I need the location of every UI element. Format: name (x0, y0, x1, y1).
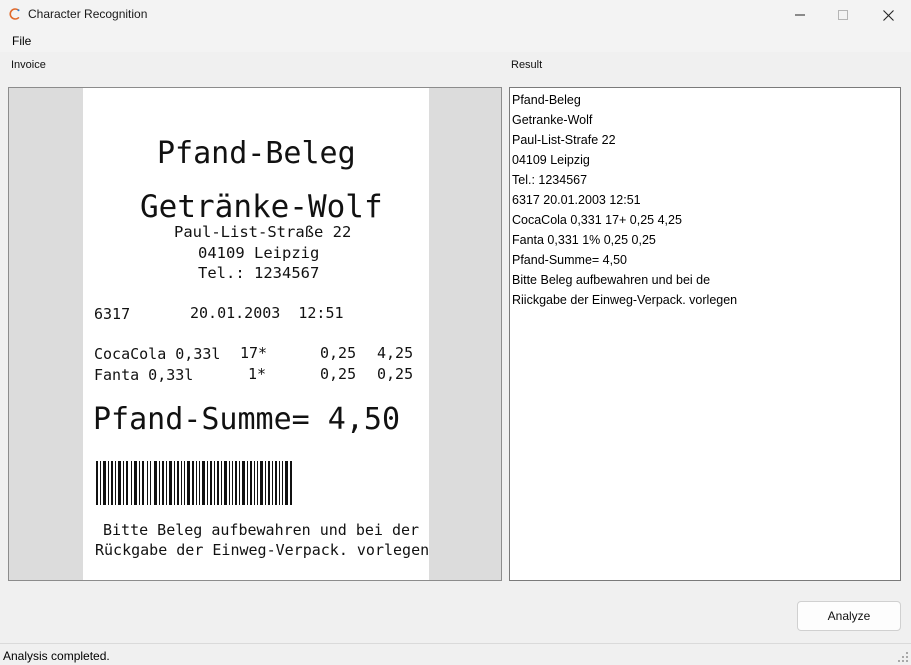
receipt-datetime: 20.01.2003 12:51 (190, 304, 344, 322)
receipt-street: Paul-List-Straße 22 (174, 223, 352, 241)
result-line: Riickgabe der Einweg-Verpack. vorlegen (512, 293, 738, 307)
result-line: Pfand-Beleg (512, 93, 581, 107)
receipt-footer-line-2: Rückgabe der Einweg-Verpack. vorlegen (95, 541, 430, 559)
result-line: 6317 20.01.2003 12:51 (512, 193, 641, 207)
minimize-button[interactable] (777, 0, 823, 30)
receipt-item-name: CocaCola 0,33l (94, 345, 221, 363)
minimize-icon (795, 14, 805, 16)
window-title: Character Recognition (28, 7, 148, 21)
result-line: Tel.: 1234567 (512, 173, 588, 187)
status-bar: Analysis completed. (0, 643, 911, 665)
result-line: 04109 Leipzig (512, 153, 590, 167)
close-button[interactable] (865, 0, 911, 30)
status-text: Analysis completed. (3, 649, 110, 663)
app-icon (9, 8, 20, 20)
menu-bar: File (0, 30, 911, 52)
result-label: Result (511, 59, 543, 71)
receipt-item-qty: 17* (240, 344, 268, 362)
result-textbox[interactable]: Pfand-Beleg Getranke-Wolf Paul-List-Stra… (509, 87, 901, 581)
receipt-store: Getränke-Wolf (140, 189, 383, 225)
title-bar: Character Recognition (0, 0, 911, 30)
close-icon (882, 9, 894, 21)
resize-grip-icon[interactable] (897, 651, 909, 663)
result-line: CocaCola 0,331 17+ 0,25 4,25 (512, 213, 682, 227)
barcode (96, 461, 292, 505)
result-line: Getranke-Wolf (512, 113, 593, 127)
receipt-image: Pfand-Beleg Getränke-Wolf Paul-List-Stra… (83, 88, 429, 580)
receipt-item-total: 4,25 (377, 344, 414, 362)
receipt-item-price: 0,25 (320, 365, 357, 383)
invoice-label: Invoice (11, 59, 46, 71)
menu-file[interactable]: File (12, 34, 31, 48)
receipt-city: 04109 Leipzig (198, 244, 320, 262)
result-line: Pfand-Summe= 4,50 (512, 253, 627, 267)
result-line: Paul-List-Strafe 22 (512, 133, 616, 147)
result-line: Bitte Beleg aufbewahren und bei de (512, 273, 711, 287)
receipt-sum: Pfand-Summe= 4,50 (93, 402, 401, 437)
receipt-item-price: 0,25 (320, 344, 357, 362)
receipt-item-qty: 1* (248, 365, 267, 383)
result-line: Fanta 0,331 1% 0,25 0,25 (512, 233, 656, 247)
receipt-phone: Tel.: 1234567 (198, 264, 320, 282)
maximize-button[interactable] (820, 0, 866, 30)
invoice-image-panel: Pfand-Beleg Getränke-Wolf Paul-List-Stra… (8, 87, 502, 581)
receipt-item-name: Fanta 0,33l (94, 366, 194, 384)
receipt-title: Pfand-Beleg (157, 136, 356, 171)
receipt-number: 6317 (94, 305, 131, 323)
analyze-button[interactable]: Analyze (797, 601, 901, 631)
receipt-item-total: 0,25 (377, 365, 414, 383)
receipt-footer-line-1: Bitte Beleg aufbewahren und bei der (103, 521, 420, 539)
maximize-icon (838, 10, 848, 20)
